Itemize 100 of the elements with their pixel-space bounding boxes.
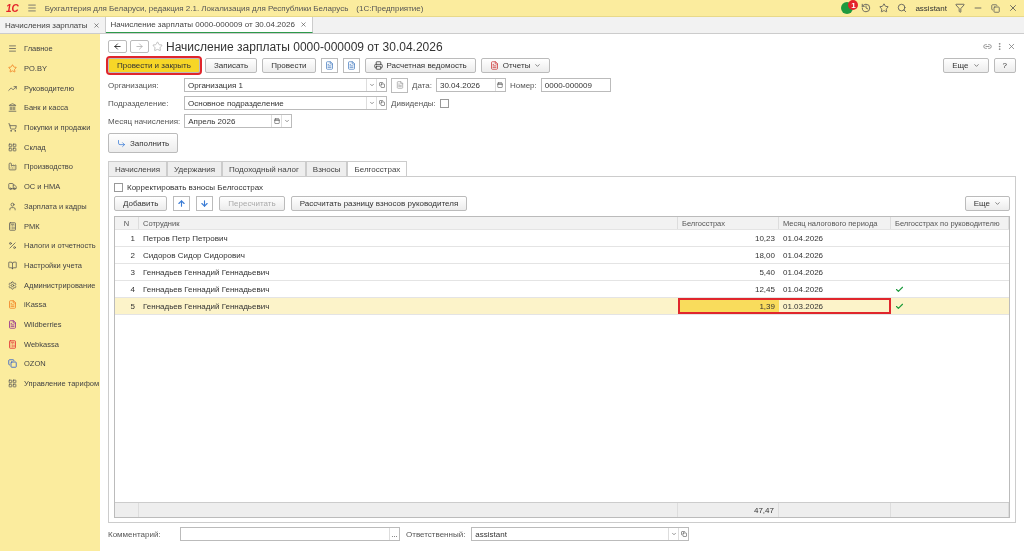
user-name[interactable]: assistant	[915, 3, 947, 13]
arrow-up-icon	[177, 199, 187, 208]
move-down-button[interactable]	[196, 196, 214, 211]
notification-badge: 1	[848, 0, 859, 10]
form-tab[interactable]: Подоходный налог	[222, 161, 306, 176]
table-cell: 1,39	[678, 298, 779, 314]
table-cell-text: 10,23	[753, 232, 776, 245]
grid-icon	[8, 379, 17, 389]
department-field[interactable]: Основное подразделение	[184, 96, 387, 110]
menu-icon[interactable]	[26, 3, 37, 13]
post-and-close-button[interactable]: Провести и закрыть	[108, 57, 200, 73]
print-button[interactable]: Расчетная ведомость	[364, 57, 476, 73]
copy-icon	[8, 359, 17, 369]
table-cell-text: 3	[129, 266, 136, 279]
form-tab[interactable]: Взносы	[305, 161, 348, 176]
search-icon[interactable]	[897, 3, 908, 13]
toolbar-button[interactable]	[342, 57, 360, 73]
menu-icon	[8, 44, 17, 54]
toolbar-button[interactable]: Добавить	[114, 196, 168, 211]
close-icon[interactable]	[92, 21, 100, 29]
field-label: Дата:	[412, 80, 432, 90]
link-icon[interactable]	[983, 42, 992, 51]
select-button[interactable]: ...	[389, 528, 399, 540]
command-button[interactable]: Записать	[204, 57, 258, 73]
number-field[interactable]: 0000-000009	[540, 78, 611, 92]
document-icon	[324, 60, 334, 70]
table-cell-text: 5,40	[758, 266, 776, 279]
arrow-down-icon	[200, 199, 210, 208]
bank-icon	[8, 103, 17, 113]
table-cell-text: Геннадьев Геннадий Геннадьевич	[142, 300, 271, 313]
table-cell-text: 2	[129, 249, 136, 262]
move-up-button[interactable]	[173, 196, 191, 211]
field-label: Дивиденды:	[391, 98, 436, 108]
month-field[interactable]: Апрель 2026	[184, 114, 293, 128]
close-icon[interactable]	[1007, 42, 1016, 51]
caret-icon	[994, 200, 1001, 207]
total-cell: 47,47	[678, 503, 779, 517]
field-label: Ответственный:	[406, 529, 466, 539]
field-label: Подразделение:	[108, 98, 170, 108]
toolbar-button[interactable]	[320, 57, 338, 73]
window-title: Бухгалтерия для Беларуси, редакция 2.1. Локализация для Республики Беларусь	[44, 3, 349, 13]
close-icon[interactable]	[299, 21, 307, 28]
table-cell-text: 18,00	[753, 249, 776, 262]
checkbox-label: Корректировать взносы Белгосстрах	[127, 183, 264, 192]
star-icon[interactable]	[879, 3, 890, 13]
book-icon	[8, 260, 17, 270]
table-cell-text: Геннадьев Геннадий Геннадьевич	[142, 283, 271, 296]
history-icon[interactable]	[861, 3, 872, 13]
table-cell-text: 1	[129, 232, 136, 245]
table-cell-text: 01.04.2026	[782, 283, 825, 296]
field-label: Комментарий:	[108, 529, 162, 539]
open-icon	[680, 531, 687, 537]
date-field[interactable]: 30.04.2026	[435, 78, 506, 92]
correct-checkbox[interactable]	[114, 183, 123, 192]
table-cell-text: Сидоров Сидор Сидорович	[142, 249, 246, 262]
window-tab[interactable]: Начисления зарплаты	[0, 17, 106, 33]
arrow-icon	[117, 138, 126, 148]
responsible-field[interactable]: assistant	[471, 527, 690, 541]
table-cell-text: Петров Петр Петрович	[142, 232, 229, 245]
fill-button[interactable]: Заполнить	[108, 133, 179, 153]
toolbar-button[interactable]	[391, 77, 408, 93]
percent-icon	[8, 241, 17, 251]
caret-icon	[368, 82, 375, 88]
table-cell-text: 12,45	[753, 283, 776, 296]
document-icon	[8, 319, 17, 329]
dividends-checkbox[interactable]	[439, 98, 449, 108]
calculator-icon	[8, 339, 17, 349]
more-menu-button[interactable]: Еще	[943, 57, 989, 73]
window-tab[interactable]: Начисление зарплаты 0000-000009 от 30.04.2026	[105, 17, 313, 33]
more-icon[interactable]	[995, 42, 1004, 51]
table-cell-text: 4	[129, 283, 136, 296]
caret-icon	[368, 100, 375, 106]
table-cell-text: 01.04.2026	[782, 249, 825, 262]
app-logo: 1С	[6, 2, 19, 14]
person-icon	[8, 201, 17, 211]
table-cell-text: Геннадьев Геннадий Геннадьевич	[142, 266, 271, 279]
form-tab[interactable]: Начисления	[108, 161, 168, 176]
arrow-left-icon	[113, 42, 122, 51]
star-icon[interactable]	[152, 41, 163, 52]
comment-field[interactable]: ...	[180, 527, 400, 541]
chart-icon	[8, 83, 17, 93]
organization-field[interactable]: Организация 1	[184, 78, 387, 92]
field-label: Номер:	[509, 80, 537, 90]
form-tab[interactable]: Белгосстрах	[347, 161, 408, 176]
reports-menu-button[interactable]: Отчеты	[480, 57, 551, 73]
form-tab[interactable]: Удержания	[167, 161, 223, 176]
calendar-icon	[497, 82, 504, 88]
document-icon	[395, 81, 404, 89]
grid-icon	[8, 142, 17, 152]
close-icon[interactable]	[1008, 3, 1018, 13]
star-icon	[8, 64, 17, 74]
document-icon	[489, 60, 499, 70]
back-button[interactable]	[108, 40, 127, 53]
caret-icon	[972, 61, 980, 69]
more-menu-button[interactable]: Еще	[964, 196, 1010, 211]
platform-label: (1С:Предприятие)	[356, 3, 424, 13]
command-button[interactable]: Провести	[262, 57, 316, 73]
toolbar-button[interactable]: Рассчитать разницу взносов руководителя	[290, 196, 468, 211]
restore-icon[interactable]	[991, 3, 1000, 13]
help-button[interactable]: ?	[993, 57, 1016, 73]
